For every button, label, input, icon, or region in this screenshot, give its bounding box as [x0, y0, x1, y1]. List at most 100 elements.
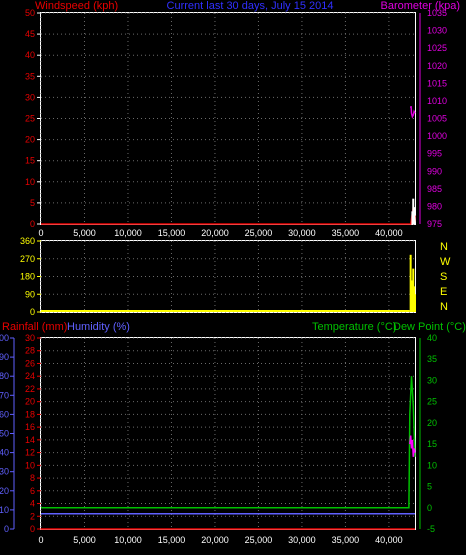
barometer-tick-label: 995 — [427, 149, 442, 159]
rain-tick-label: 6 — [30, 486, 35, 496]
temperature-tick-label: 40 — [427, 333, 437, 343]
humidity-tick-label: 0 — [4, 524, 9, 534]
windspeed-tick-label: 5 — [30, 198, 35, 208]
windspeed-tick-label: 30 — [25, 92, 35, 102]
rain-tick-label: 12 — [25, 448, 35, 458]
humidity-tick-label: 90 — [0, 352, 9, 362]
rain-tick-label: 24 — [25, 371, 35, 381]
humidity-tick-label: 50 — [0, 429, 9, 439]
dewpoint-axis-title: Dew Point (°C) — [393, 321, 466, 333]
compass-label: E — [440, 286, 447, 298]
direction-tick-label: 360 — [20, 236, 35, 246]
barometer-tick-label: 980 — [427, 201, 442, 211]
rain-tick-label: 30 — [25, 333, 35, 343]
x-tick-label: 40,000 — [375, 228, 403, 238]
temperature-tick-label: 5 — [427, 482, 432, 492]
compass-label: W — [440, 256, 451, 268]
barometer-tick-label: 1025 — [427, 43, 447, 53]
humidity-tick-label: 40 — [0, 448, 9, 458]
direction-tick-label: 270 — [20, 254, 35, 264]
windspeed-tick-label: 45 — [25, 29, 35, 39]
windspeed-tick-label: 15 — [25, 156, 35, 166]
temperature-tick-label: 25 — [427, 397, 437, 407]
direction-tick-label: 180 — [20, 272, 35, 282]
rain-tick-label: 28 — [25, 346, 35, 356]
direction-panel-frame — [40, 240, 416, 313]
humidity-tick-label: 30 — [0, 467, 9, 477]
barometer-tick-label: 1010 — [427, 96, 447, 106]
x-tick-label: 0 — [38, 228, 43, 238]
temperature-tick-label: 15 — [427, 439, 437, 449]
rainfall-axis-title: Rainfall (mm) — [2, 321, 67, 333]
barometer-tick-label: 1005 — [427, 114, 447, 124]
rain-tick-label: 4 — [30, 499, 35, 509]
chart-title: Current last 30 days, July 15 2014 — [167, 0, 334, 12]
x-tick-label: 40,000 — [375, 535, 403, 545]
barometer-tick-label: 1020 — [427, 61, 447, 71]
x-tick-label: 10,000 — [114, 535, 142, 545]
humidity-tick-label: 70 — [0, 390, 9, 400]
x-tick-label: 30,000 — [288, 535, 316, 545]
rain-tick-label: 26 — [25, 358, 35, 368]
x-tick-label: 10,000 — [114, 228, 142, 238]
rain-tick-label: 18 — [25, 409, 35, 419]
rain-tick-label: 16 — [25, 422, 35, 432]
windspeed-tick-label: 0 — [30, 219, 35, 229]
rain-tick-label: 8 — [30, 473, 35, 483]
humidity-tick-label: 20 — [0, 486, 9, 496]
barometer-tick-label: 1035 — [427, 8, 447, 18]
barometer-tick-label: 985 — [427, 184, 442, 194]
humidity-tick-label: 10 — [0, 505, 9, 515]
barometer-tick-label: 1015 — [427, 78, 447, 88]
temperature-tick-label: 20 — [427, 418, 437, 428]
windspeed-tick-label: 25 — [25, 114, 35, 124]
windspeed-tick-label: 50 — [25, 8, 35, 18]
x-tick-label: 35,000 — [332, 535, 360, 545]
compass-label: N — [440, 301, 448, 313]
humidity-tick-label: 60 — [0, 409, 9, 419]
barometer-series-line — [409, 106, 416, 119]
windspeed-series-line — [41, 206, 416, 225]
barometer-tick-label: 1030 — [427, 26, 447, 36]
barometer-axis-title: Barometer (kpa) — [381, 0, 460, 12]
humidity-axis-title: Humidity (%) — [67, 321, 130, 333]
rain-tick-label: 0 — [30, 524, 35, 534]
temperature-tick-label: -5 — [427, 524, 435, 534]
barometer-tick-label: 1000 — [427, 131, 447, 141]
wind-baro-panel-frame — [40, 12, 416, 225]
temperature-tick-label: 10 — [427, 460, 437, 470]
temp-rain-panel-frame — [40, 337, 416, 530]
compass-label: N — [440, 241, 448, 253]
x-tick-label: 25,000 — [245, 535, 273, 545]
humidity-tick-label: 100 — [0, 333, 9, 343]
windspeed-tick-label: 20 — [25, 135, 35, 145]
windspeed-axis-title: Windspeed (kph) — [35, 0, 118, 12]
temperature-tick-label: 35 — [427, 354, 437, 364]
temperature-tick-label: 30 — [427, 375, 437, 385]
rain-tick-label: 22 — [25, 384, 35, 394]
direction-tick-label: 0 — [30, 307, 35, 317]
windspeed-tick-label: 10 — [25, 177, 35, 187]
windspeed-tick-label: 40 — [25, 50, 35, 60]
temperature-tick-label: 0 — [427, 503, 432, 513]
rain-tick-label: 20 — [25, 397, 35, 407]
windspeed-tick-label: 35 — [25, 71, 35, 81]
direction-tick-label: 90 — [25, 289, 35, 299]
weather-chart-canvas: Windspeed (kph) Current last 30 days, Ju… — [0, 0, 466, 545]
x-tick-label: 15,000 — [158, 535, 186, 545]
x-tick-label: 5,000 — [73, 228, 96, 238]
x-tick-label: 30,000 — [288, 228, 316, 238]
rain-tick-label: 2 — [30, 511, 35, 521]
rain-tick-label: 14 — [25, 435, 35, 445]
x-tick-label: 20,000 — [201, 535, 229, 545]
x-tick-label: 5,000 — [73, 535, 96, 545]
temperature-series-line — [41, 376, 416, 509]
temperature-axis-title: Temperature (°C) — [312, 321, 396, 333]
humidity-tick-label: 80 — [0, 371, 9, 381]
x-tick-label: 15,000 — [158, 228, 186, 238]
barometer-tick-label: 990 — [427, 166, 442, 176]
rain-tick-label: 10 — [25, 460, 35, 470]
x-tick-label: 20,000 — [201, 228, 229, 238]
barometer-tick-label: 975 — [427, 219, 442, 229]
x-tick-label: 25,000 — [245, 228, 273, 238]
